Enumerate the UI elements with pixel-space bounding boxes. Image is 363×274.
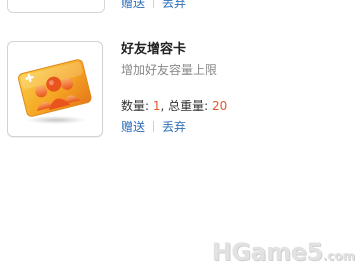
discard-button[interactable]: 丢弃 [162, 120, 186, 134]
gift-button[interactable]: 赠送 [121, 0, 145, 10]
total-weight-label: , 总重量: [160, 99, 209, 113]
divider [153, 121, 155, 132]
gift-button[interactable]: 赠送 [121, 120, 145, 134]
quantity-label: 数量: [121, 99, 150, 113]
watermark-suffix: .com [322, 249, 355, 263]
item-name: 好友增容卡 [121, 42, 187, 57]
watermark-main: HGame5 [211, 238, 323, 266]
previous-item-actions: 赠送 丢弃 [121, 0, 186, 10]
item-description: 增加好友容量上限 [121, 63, 218, 77]
item-actions: 赠送 丢弃 [121, 119, 186, 135]
total-weight-value: 20 [212, 99, 228, 113]
inventory-item: 好友增容卡 增加好友容量上限 数量: 1, 总重量: 20 赠送 丢弃 [7, 41, 347, 141]
item-stats: 数量: 1, 总重量: 20 [121, 98, 227, 114]
watermark-logo: HGame5.com [212, 238, 355, 266]
previous-item-thumbnail [7, 0, 105, 13]
friend-capacity-card-icon [17, 59, 92, 124]
item-thumbnail[interactable] [7, 41, 103, 137]
divider [153, 0, 155, 8]
discard-button[interactable]: 丢弃 [162, 0, 186, 10]
quantity-value: 1 [152, 99, 161, 113]
